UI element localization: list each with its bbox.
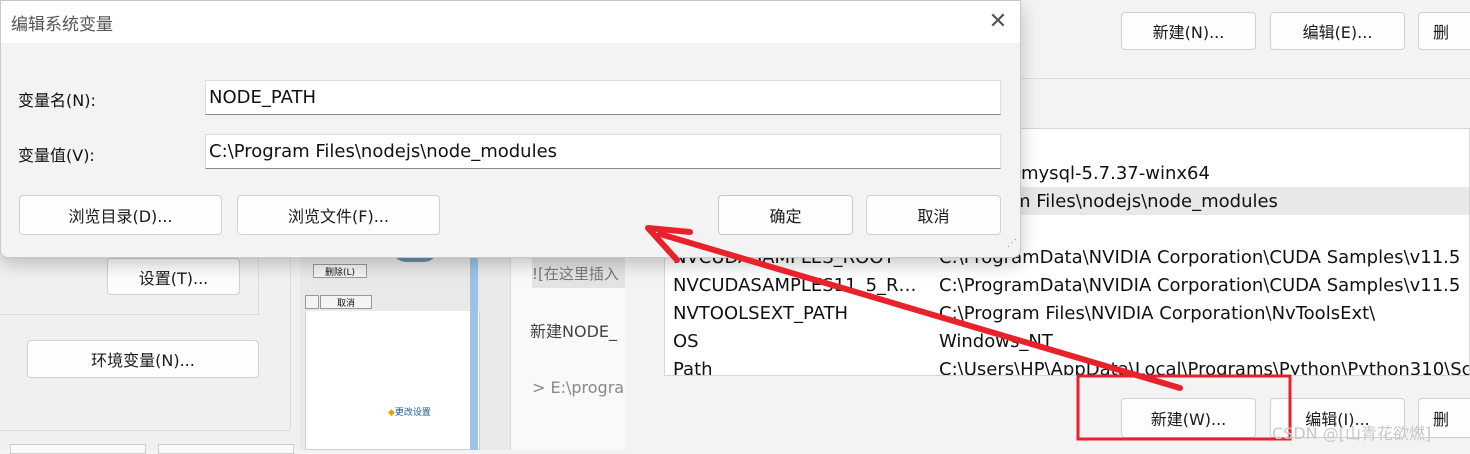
annotation-overlay xyxy=(645,225,1292,441)
csdn-watermark: CSDN @[山青花欲燃] xyxy=(1272,424,1432,443)
annotation-arrow-line xyxy=(657,231,1183,391)
annotation-highlight-box xyxy=(1076,374,1292,441)
